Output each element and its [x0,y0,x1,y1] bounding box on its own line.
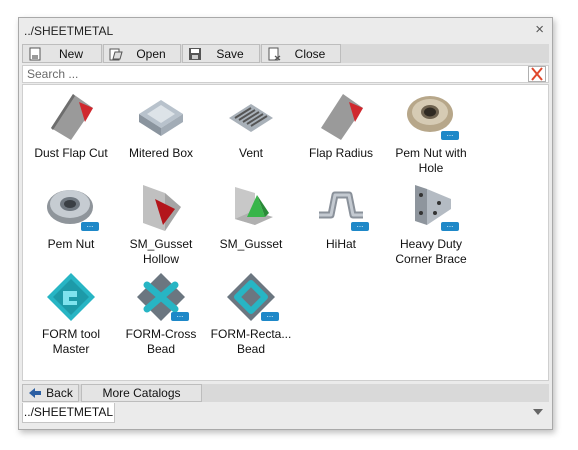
open-button[interactable]: Open [103,44,181,63]
variant-badge: ... [171,311,189,321]
save-button[interactable]: Save [182,44,260,63]
catalog-item-dust-flap-cut[interactable]: Dust Flap Cut [25,90,117,161]
gusset-icon [235,187,273,225]
close-button-label: Close [294,46,326,61]
catalog-item-sm-gusset-hollow[interactable]: SM_Gusset Hollow [115,181,207,267]
item-label: FORM tool Master [41,327,100,356]
variant-badge: ... [441,221,459,231]
item-label: Heavy Duty Corner Brace [395,237,467,266]
variant-badge: ... [351,221,369,231]
flap-radius-icon [321,94,363,140]
tab-row: ../SHEETMETAL [22,403,549,423]
item-label: SM_Gusset Hollow [129,237,193,266]
catalog-item-mitered-box[interactable]: Mitered Box [115,90,207,161]
item-label: SM_Gusset [219,237,283,251]
clear-search-button[interactable] [528,66,546,82]
catalog-item-pem-nut-with-hole[interactable]: ... Pem Nut with Hole [385,90,477,176]
toolbar: New Open Save Close [22,44,549,63]
form-tool-master-icon [47,273,95,321]
catalog-window: ../SHEETMETAL × New Open Save Close Sear… [18,17,553,430]
gusset-hollow-icon [143,185,181,231]
new-button[interactable]: New [22,44,102,63]
new-button-label: New [58,46,83,61]
item-label: Mitered Box [128,146,194,160]
item-label: Pem Nut [47,237,95,251]
open-button-label: Open [136,46,166,61]
item-label: FORM-Cross Bead [125,327,197,356]
title-bar: ../SHEETMETAL × [19,18,552,43]
variant-badge: ... [261,311,279,321]
item-label: Flap Radius [308,146,374,160]
window-title: ../SHEETMETAL [24,24,114,38]
variant-badge: ... [441,130,459,140]
catalog-item-form-tool-master[interactable]: FORM tool Master [25,271,117,357]
item-label: Vent [238,146,264,160]
catalog-item-heavy-duty-corner-brace[interactable]: ... Heavy Duty Corner Brace [385,181,477,267]
mitered-box-icon [139,100,183,136]
search-bar [22,65,549,83]
clear-x-icon [531,67,543,81]
tab-sheetmetal[interactable]: ../SHEETMETAL [22,403,115,423]
catalog-item-vent[interactable]: Vent [205,90,297,161]
search-input[interactable] [23,66,523,82]
back-arrow-icon [29,388,41,398]
catalog-item-sm-gusset[interactable]: SM_Gusset [205,181,297,252]
chevron-down-icon[interactable] [533,409,543,415]
catalog-item-pem-nut[interactable]: ... Pem Nut [25,181,117,252]
close-icon[interactable]: × [535,22,544,38]
vent-icon [229,104,273,132]
item-label: Pem Nut with Hole [395,146,467,175]
item-label: HiHat [325,237,356,251]
back-button[interactable]: Back [22,384,79,402]
bottom-toolbar: Back More Catalogs [22,384,549,402]
catalog-item-flap-radius[interactable]: Flap Radius [295,90,387,161]
save-button-label: Save [216,46,244,61]
item-label: Dust Flap Cut [34,146,108,160]
catalog-grid: Dust Flap Cut Mitered Box Vent Flap Radi… [22,84,549,381]
catalog-item-hihat[interactable]: ... HiHat [295,181,387,252]
close-button[interactable]: Close [261,44,341,63]
catalog-item-form-cross-bead[interactable]: ... FORM-Cross Bead [115,271,207,357]
variant-badge: ... [81,221,99,231]
catalog-item-form-rectangular-bead[interactable]: ... FORM-Recta... Bead [205,271,297,357]
more-catalogs-button[interactable]: More Catalogs [81,384,202,402]
item-label: FORM-Recta... Bead [210,327,292,356]
dust-flap-cut-icon [51,94,93,140]
